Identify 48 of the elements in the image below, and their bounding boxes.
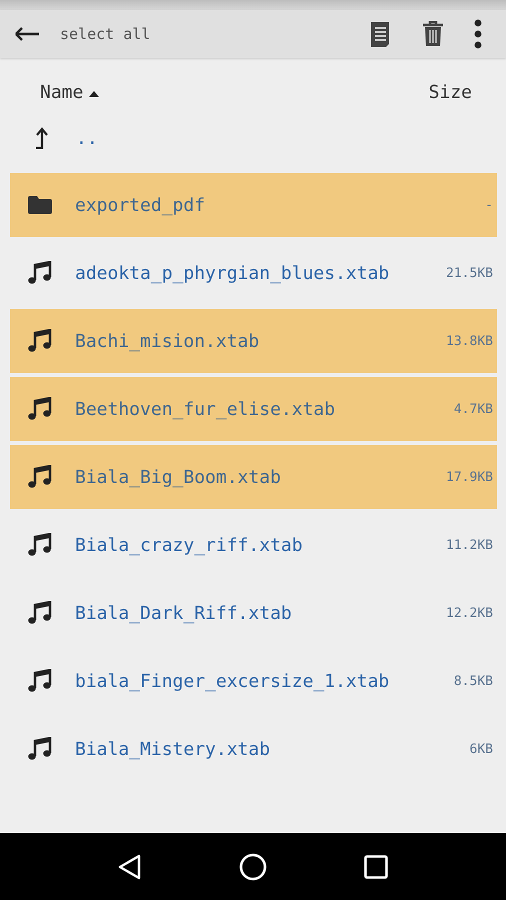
- file-row[interactable]: Biala_Dark_Riff.xtab 12.2KB: [10, 581, 497, 645]
- music-note-icon: [28, 261, 52, 285]
- file-size: 4.7KB: [454, 402, 493, 416]
- file-row[interactable]: exported_pdf -: [10, 173, 497, 237]
- folder-icon: [28, 196, 52, 214]
- file-name: adeokta_p_phyrgian_blues.xtab: [75, 262, 390, 284]
- music-note-icon: [28, 465, 52, 489]
- music-note-icon: [28, 533, 52, 557]
- file-row[interactable]: Bachi_mision.xtab 13.8KB: [10, 309, 497, 373]
- file-name: biala_Finger_excersize_1.xtab: [75, 670, 390, 692]
- name-column-header[interactable]: Name: [40, 82, 100, 102]
- file-name: Biala_Dark_Riff.xtab: [75, 602, 292, 624]
- file-name: Biala_Big_Boom.xtab: [75, 466, 281, 488]
- file-name: exported_pdf: [75, 194, 206, 216]
- file-name: Bachi_mision.xtab: [75, 330, 260, 352]
- file-size: 8.5KB: [454, 674, 493, 688]
- file-name: Biala_crazy_riff.xtab: [75, 534, 303, 556]
- file-row[interactable]: Biala_Mistery.xtab 6KB: [10, 717, 497, 781]
- file-row[interactable]: adeokta_p_phyrgian_blues.xtab 21.5KB: [10, 241, 497, 305]
- music-note-icon: [28, 601, 52, 625]
- more-options-icon[interactable]: [474, 19, 482, 49]
- file-size: -: [485, 198, 493, 212]
- music-note-icon: [28, 397, 52, 421]
- back-arrow-icon[interactable]: [14, 26, 40, 42]
- recent-apps-icon[interactable]: [364, 854, 388, 878]
- document-icon[interactable]: [370, 20, 392, 48]
- file-row[interactable]: Biala_Big_Boom.xtab 17.9KB: [10, 445, 497, 509]
- select-all-link[interactable]: select all: [60, 25, 150, 43]
- file-size: 17.9KB: [446, 470, 493, 484]
- file-size: 13.8KB: [446, 334, 493, 348]
- file-size: 6KB: [470, 742, 493, 756]
- file-size: 11.2KB: [446, 538, 493, 552]
- back-icon[interactable]: [118, 854, 142, 880]
- file-size: 21.5KB: [446, 266, 493, 280]
- file-row[interactable]: Beethoven_fur_elise.xtab 4.7KB: [10, 377, 497, 441]
- file-row[interactable]: biala_Finger_excersize_1.xtab 8.5KB: [10, 649, 497, 713]
- delete-icon[interactable]: [422, 21, 444, 47]
- size-column-header[interactable]: Size: [428, 82, 472, 102]
- file-row[interactable]: Biala_crazy_riff.xtab 11.2KB: [10, 513, 497, 577]
- music-note-icon: [28, 329, 52, 353]
- up-arrow-icon[interactable]: [34, 127, 48, 149]
- home-icon[interactable]: [238, 852, 267, 880]
- parent-folder-link[interactable]: ..: [76, 128, 98, 148]
- music-note-icon: [28, 737, 52, 761]
- file-name: Beethoven_fur_elise.xtab: [75, 398, 336, 420]
- file-name: Biala_Mistery.xtab: [75, 738, 270, 760]
- music-note-icon: [28, 669, 52, 693]
- file-size: 12.2KB: [446, 606, 493, 620]
